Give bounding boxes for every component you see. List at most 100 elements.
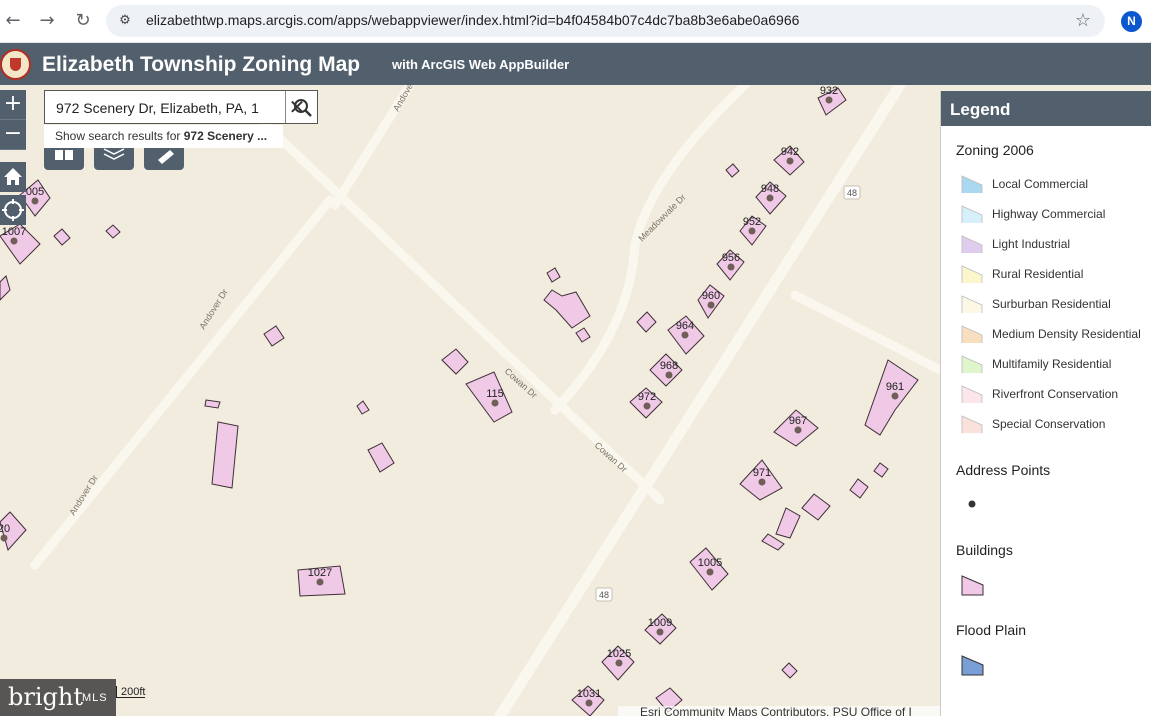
address-point[interactable]: [585, 699, 593, 707]
address-point[interactable]: [491, 399, 499, 407]
address-label: 956: [722, 252, 740, 264]
zoning-label: Special Conservation: [992, 417, 1106, 431]
zoom-in-button[interactable]: +: [0, 90, 26, 120]
legend-item-zoning: Surburban Residential: [961, 295, 1151, 315]
browser-toolbar: ← → ↻ ⚙ elizabethtwp.maps.arcgis.com/app…: [0, 0, 1151, 43]
zoning-swatch: [961, 325, 983, 343]
home-icon: [4, 168, 22, 185]
zoning-label: Surburban Residential: [992, 297, 1111, 311]
zoning-label: Light Industrial: [992, 237, 1071, 251]
home-button[interactable]: [0, 162, 26, 192]
address-point[interactable]: [891, 392, 899, 400]
building: [775, 507, 801, 539]
road-label: Cowan Dr: [593, 440, 629, 474]
address-label: 20: [0, 523, 10, 535]
address-label: 1025: [607, 648, 631, 660]
address-label: 942: [781, 146, 799, 158]
legend-item-zoning: Local Commercial: [961, 175, 1151, 195]
zoom-control: + −: [0, 90, 26, 150]
address-point[interactable]: [643, 402, 651, 410]
building: [0, 275, 11, 301]
address-label: 1031: [577, 688, 601, 700]
back-icon[interactable]: ←: [2, 10, 24, 32]
legend-item-zoning: Multifamily Residential: [961, 355, 1151, 375]
address-point[interactable]: [727, 263, 735, 271]
address-label: 948: [761, 183, 779, 195]
zoning-label: Multifamily Residential: [992, 357, 1112, 371]
basemap-icon: [55, 150, 73, 160]
address-point[interactable]: [665, 371, 673, 379]
buildings-layer: [0, 87, 919, 716]
profile-avatar[interactable]: N: [1121, 11, 1142, 32]
address-point[interactable]: [31, 197, 39, 205]
address-label: 1027: [308, 567, 332, 579]
address-label: 1007: [2, 226, 26, 238]
address-point[interactable]: [316, 578, 324, 586]
my-location-button[interactable]: [0, 195, 26, 225]
address-point[interactable]: [681, 331, 689, 339]
legend-group-buildings: Buildings: [956, 542, 1013, 558]
address-point[interactable]: [706, 568, 714, 576]
zoning-label: Rural Residential: [992, 267, 1084, 281]
site-settings-icon[interactable]: ⚙: [116, 12, 134, 30]
address-points-layer: 932 942 948 952 956 960 964 968 972 961 967 971 1005…: [0, 85, 904, 707]
search-button[interactable]: [285, 91, 317, 123]
layers-icon: [103, 148, 125, 160]
forward-icon[interactable]: →: [36, 10, 58, 32]
building: [546, 267, 561, 283]
map-view[interactable]: 48 48 Andover Dr Andover Dr Andover Dr M…: [0, 85, 940, 716]
building: [356, 400, 370, 415]
address-label: 968: [660, 360, 678, 372]
zoning-label: Highway Commercial: [992, 207, 1106, 221]
address-point[interactable]: [10, 237, 18, 245]
address-point[interactable]: [794, 426, 802, 434]
map-attribution[interactable]: Esri Community Maps Contributors, PSU Of…: [618, 706, 940, 716]
address-point[interactable]: [825, 96, 833, 104]
address-point[interactable]: [758, 478, 766, 486]
url-text[interactable]: elizabethtwp.maps.arcgis.com/apps/webapp…: [146, 12, 799, 28]
address-label: 005: [26, 186, 44, 198]
address-point[interactable]: [0, 534, 8, 542]
building-symbol: [961, 575, 984, 596]
address-point[interactable]: [656, 628, 664, 636]
watermark-text: bright: [8, 683, 83, 711]
building: [781, 662, 798, 679]
address-point[interactable]: [615, 659, 623, 667]
watermark-suffix: MLS: [82, 692, 108, 704]
legend-item-zoning: Rural Residential: [961, 265, 1151, 285]
address-point[interactable]: [766, 194, 774, 202]
address-label: 1009: [648, 617, 672, 629]
building: [849, 478, 869, 499]
app-title: Elizabeth Township Zoning Map: [42, 53, 361, 76]
address-label: 964: [676, 320, 694, 332]
address-label: 967: [789, 415, 807, 427]
address-point[interactable]: [707, 301, 715, 309]
measurement-button[interactable]: [144, 148, 184, 170]
locate-icon: [2, 199, 24, 221]
layer-list-button[interactable]: [94, 148, 134, 170]
address-point[interactable]: [786, 157, 794, 165]
bookmark-star-icon[interactable]: ☆: [1075, 10, 1091, 31]
search-suggestion[interactable]: Show search results for 972 Scenery ...: [44, 125, 283, 148]
search-input[interactable]: 972 Scenery Dr, Elizabeth, PA, 1: [56, 100, 276, 116]
reload-icon[interactable]: ↻: [72, 10, 94, 32]
address-label: 960: [702, 290, 720, 302]
zoning-label: Local Commercial: [992, 177, 1089, 191]
zoom-out-button[interactable]: −: [0, 120, 26, 150]
address-point[interactable]: [748, 227, 756, 235]
building: [211, 421, 239, 489]
zoning-swatch: [961, 205, 983, 223]
building: [105, 224, 121, 239]
map-canvas[interactable]: 48 48 Andover Dr Andover Dr Andover Dr M…: [0, 85, 940, 716]
township-seal-logo: [0, 49, 31, 80]
building: [543, 289, 591, 329]
ruler-icon: [158, 150, 174, 164]
basemap-gallery-button[interactable]: [44, 148, 84, 170]
zoning-swatch: [961, 385, 983, 403]
building: [636, 311, 657, 333]
route-shield-label: 48: [847, 188, 857, 198]
search-widget: 972 Scenery Dr, Elizabeth, PA, 1 ✕: [44, 90, 318, 124]
zoning-swatch: [961, 355, 983, 373]
address-bar[interactable]: ⚙ elizabethtwp.maps.arcgis.com/apps/weba…: [106, 5, 1105, 37]
building: [53, 228, 71, 246]
